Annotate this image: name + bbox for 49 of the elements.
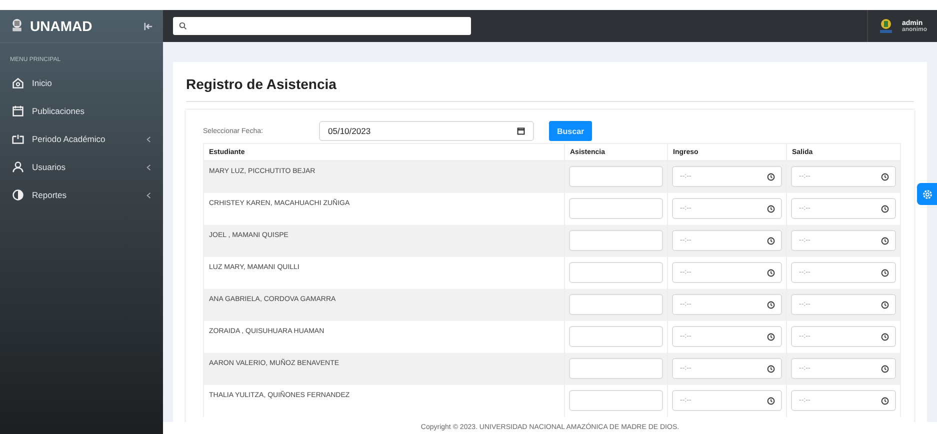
page-title: Registro de Asistencia bbox=[186, 72, 914, 102]
date-field[interactable]: 05/10/2023 bbox=[319, 121, 534, 141]
attendance-field[interactable] bbox=[569, 294, 663, 315]
nav-item[interactable]: Usuarios bbox=[0, 153, 163, 181]
emblem-icon bbox=[10, 18, 24, 34]
nav-item[interactable]: Reportes bbox=[0, 181, 163, 209]
home-icon bbox=[12, 77, 24, 89]
clock-icon bbox=[881, 204, 889, 212]
settings-icon bbox=[922, 188, 932, 200]
attendance-field[interactable] bbox=[569, 390, 663, 411]
attendance-field[interactable] bbox=[569, 262, 663, 283]
clock-icon bbox=[767, 396, 775, 404]
folder-icon bbox=[12, 133, 24, 145]
chevron-icon bbox=[146, 136, 151, 142]
attendance-field[interactable] bbox=[569, 358, 663, 379]
attendance-field[interactable] bbox=[569, 198, 663, 219]
collapse-icon[interactable] bbox=[144, 22, 153, 30]
clock-icon bbox=[767, 236, 775, 244]
user-icon bbox=[12, 161, 24, 173]
calendar-icon bbox=[12, 105, 24, 117]
clock-icon bbox=[881, 364, 889, 372]
nav-item[interactable]: Inicio bbox=[0, 69, 163, 97]
clock-icon bbox=[767, 204, 775, 212]
attendance-field[interactable] bbox=[569, 166, 663, 188]
clock-icon bbox=[767, 332, 775, 340]
nav-item[interactable]: Periodo Académico bbox=[0, 125, 163, 153]
clock-icon bbox=[767, 364, 775, 372]
brand-name: UNAMAD bbox=[30, 18, 94, 34]
clock-icon bbox=[881, 396, 889, 404]
clock-icon bbox=[881, 332, 889, 340]
search-field[interactable] bbox=[173, 17, 471, 35]
clock-icon bbox=[767, 300, 775, 308]
calendar-icon bbox=[517, 127, 525, 135]
clock-icon bbox=[881, 172, 889, 181]
clock-icon bbox=[881, 268, 889, 276]
chevron-icon bbox=[146, 192, 151, 198]
clock-icon bbox=[881, 300, 889, 308]
clock-icon bbox=[881, 236, 889, 244]
settings-button[interactable] bbox=[917, 183, 937, 205]
contrast-icon bbox=[12, 189, 24, 201]
search-icon bbox=[179, 22, 187, 30]
search-button[interactable]: Buscar bbox=[549, 121, 592, 141]
nav-item[interactable]: Publicaciones bbox=[0, 97, 163, 125]
clock-icon bbox=[767, 268, 775, 276]
clock-icon bbox=[767, 172, 775, 181]
attendance-field[interactable] bbox=[569, 326, 663, 347]
attendance-field[interactable] bbox=[569, 230, 663, 251]
avatar-icon bbox=[878, 17, 894, 35]
chevron-icon bbox=[146, 164, 151, 170]
